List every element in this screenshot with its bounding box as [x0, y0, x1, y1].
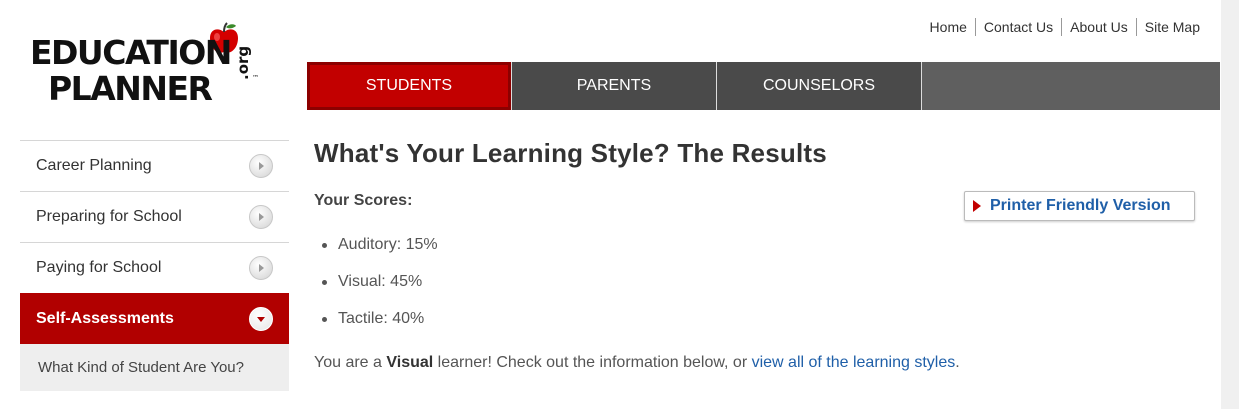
page-title: What's Your Learning Style? The Results	[314, 138, 827, 168]
result-middle: learner! Check out the information below…	[433, 354, 752, 371]
logo-line1: EDUCATION	[30, 33, 232, 72]
score-auditory: Auditory: 15%	[322, 235, 438, 272]
tab-students[interactable]: STUDENTS	[307, 62, 512, 110]
arrow-right-icon	[249, 256, 273, 280]
result-suffix: .	[955, 354, 960, 371]
tab-counselors[interactable]: COUNSELORS	[717, 62, 922, 110]
sidebar-item-label: Paying for School	[36, 259, 162, 276]
page: EDUCATION PLANNER .org ™ Home Contact Us…	[0, 0, 1221, 409]
sidebar-item-preparing-for-school[interactable]: Preparing for School	[20, 191, 289, 242]
printer-friendly-button[interactable]: Printer Friendly Version	[964, 191, 1195, 221]
arrow-right-icon	[249, 154, 273, 178]
sidebar-item-label: Career Planning	[36, 157, 152, 174]
result-prefix: You are a	[314, 354, 387, 371]
printer-friendly-label: Printer Friendly Version	[990, 197, 1171, 214]
sidebar-subitem-what-kind-of-student[interactable]: What Kind of Student Are You?	[20, 344, 289, 391]
util-link-home[interactable]: Home	[922, 18, 975, 36]
arrow-down-icon	[249, 307, 273, 331]
sidebar-item-self-assessments[interactable]: Self-Assessments	[20, 293, 289, 344]
site-logo[interactable]: EDUCATION PLANNER .org ™	[30, 22, 280, 117]
sidebar-item-career-planning[interactable]: Career Planning	[20, 140, 289, 191]
result-style: Visual	[386, 354, 434, 371]
sidebar: Career Planning Preparing for School Pay…	[20, 140, 289, 391]
util-link-contact[interactable]: Contact Us	[974, 18, 1061, 36]
util-link-sitemap[interactable]: Site Map	[1135, 18, 1200, 36]
sidebar-item-paying-for-school[interactable]: Paying for School	[20, 242, 289, 293]
view-all-styles-link[interactable]: view all of the learning styles	[752, 354, 956, 371]
tab-parents[interactable]: PARENTS	[512, 62, 717, 110]
logo-line2: PLANNER	[48, 69, 213, 108]
main-nav: STUDENTS PARENTS COUNSELORS	[307, 62, 1220, 110]
score-visual: Visual: 45%	[322, 272, 438, 309]
arrow-right-icon	[249, 205, 273, 229]
logo-suffix: .org	[234, 45, 252, 80]
sidebar-item-label: Self-Assessments	[36, 310, 174, 327]
main-content: What's Your Learning Style? The Results …	[314, 138, 1204, 371]
score-tactile: Tactile: 40%	[322, 309, 438, 346]
result-text: You are a Visual learner! Check out the …	[314, 354, 960, 372]
util-link-about[interactable]: About Us	[1061, 18, 1136, 36]
sidebar-item-label: Preparing for School	[36, 208, 182, 225]
scores-list: Auditory: 15% Visual: 45% Tactile: 40%	[322, 235, 438, 346]
utility-nav: Home Contact Us About Us Site Map	[922, 18, 1200, 36]
scores-heading: Your Scores:	[314, 192, 413, 209]
logo-trademark: ™	[252, 74, 259, 82]
play-triangle-icon	[973, 200, 981, 212]
